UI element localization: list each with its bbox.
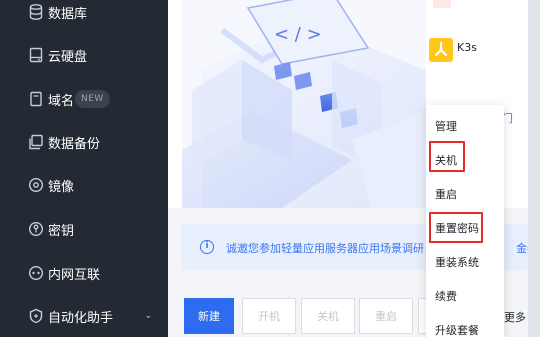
menu-item-reinstall[interactable]: 重装系统 [426,245,504,279]
sidebar-item-cloud-disk[interactable]: 云硬盘 [0,37,168,73]
menu-item-shutdown[interactable]: 关机 [426,143,504,177]
svg-text:< / >: < / > [274,24,322,45]
shutdown-button[interactable]: 关机 [301,298,355,334]
sidebar-item-label: 域名 [48,93,75,109]
backup-icon [28,134,44,150]
create-button[interactable]: 新建 [184,298,234,334]
menu-item-label: 重装系统 [435,256,479,269]
restart-button[interactable]: 重启 [359,298,413,334]
disk-icon [28,47,44,63]
sidebar: 数据库 云硬盘 域名 NEW 数据备份 镜像 密钥 内网互联 自动化助手 ⌄ [0,0,168,337]
image-name: K3s [457,41,477,54]
sidebar-item-label: 自动化助手 [48,310,114,326]
sidebar-item-label: 内网互联 [48,267,101,283]
image-icon [28,177,44,193]
domain-icon [28,91,44,107]
network-icon [28,265,44,281]
product-illustration: < / > [182,0,426,208]
scroll-edge [528,0,540,337]
sidebar-item-label: 镜像 [48,179,75,195]
sidebar-item-key[interactable]: 密钥 [0,211,168,247]
sidebar-item-backup[interactable]: 数据备份 [0,124,168,160]
menu-item-label: 重启 [435,188,457,201]
menu-item-restart[interactable]: 重启 [426,177,504,211]
menu-item-label: 管理 [435,120,457,133]
sidebar-item-label: 数据备份 [48,136,101,152]
start-button[interactable]: 开机 [242,298,296,334]
menu-item-upgrade[interactable]: 升级套餐 [426,313,504,337]
menu-item-label: 升级套餐 [435,324,479,337]
sidebar-item-image[interactable]: 镜像 [0,167,168,203]
sidebar-item-label: 密钥 [48,223,75,239]
menu-item-manage[interactable]: 管理 [426,109,504,143]
more-actions-menu: 管理 关机 重启 重置密码 重装系统 续费 升级套餐 [426,105,504,337]
menu-item-label: 关机 [435,154,457,167]
menu-item-label: 续费 [435,290,457,303]
sidebar-item-label: 数据库 [48,6,88,22]
info-icon: i [200,240,214,254]
key-icon [28,221,44,237]
sidebar-item-database[interactable]: 数据库 [0,0,168,30]
sidebar-item-automation[interactable]: 自动化助手 ⌄ [0,298,168,334]
menu-item-reset-password[interactable]: 重置密码 [426,211,504,245]
sidebar-item-domain[interactable]: 域名 NEW [0,81,168,117]
menu-item-label: 重置密码 [435,222,479,235]
chevron-down-icon: ⌄ [144,311,152,321]
menu-item-renew[interactable]: 续费 [426,279,504,313]
more-button[interactable]: 更多 [504,309,526,325]
new-badge: NEW [75,90,110,108]
automation-icon [28,308,44,324]
sidebar-item-label: 云硬盘 [48,49,88,65]
status-tag [433,0,451,8]
database-icon [28,4,44,20]
sidebar-item-intranet[interactable]: 内网互联 [0,255,168,291]
k3s-logo-icon [429,38,453,62]
